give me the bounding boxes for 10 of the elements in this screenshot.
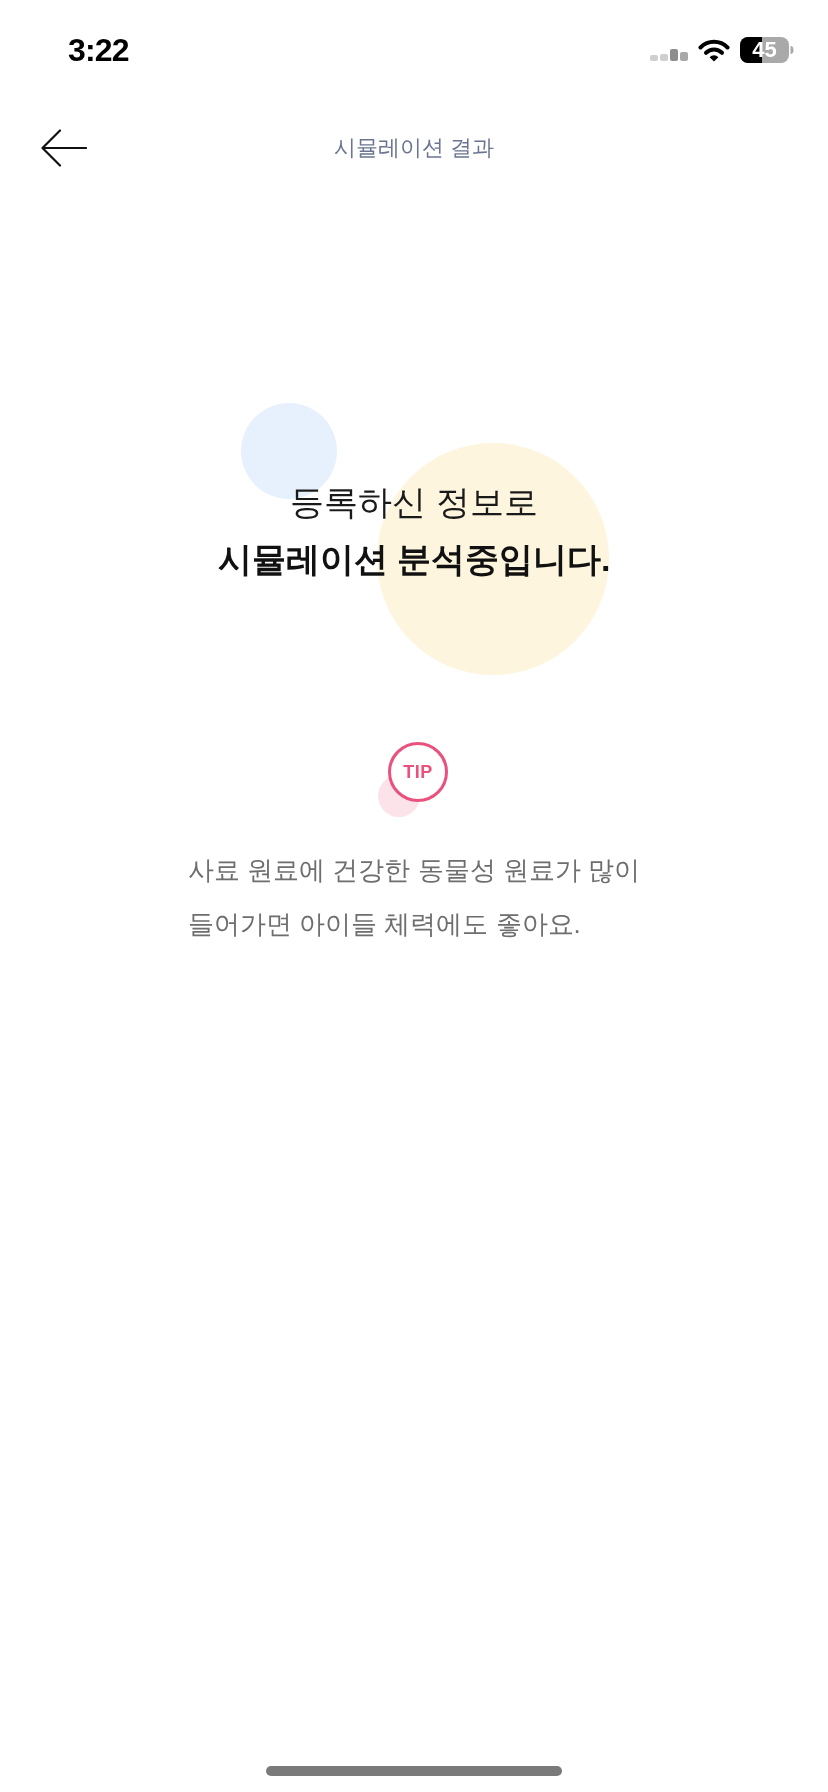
status-time: 3:22 <box>68 34 129 66</box>
tip-label: TIP <box>403 763 433 781</box>
message-text: 시뮬레이션 분석중입니다. <box>217 539 611 580</box>
tip-text: 사료 원료에 건강한 동물성 원료가 많이 들어가면 아이들 체력에도 좋아요. <box>187 854 641 941</box>
message-text: 등록하신 정보로 <box>290 482 538 523</box>
signal-icon <box>650 49 688 61</box>
page-title: 시뮬레이션 결과 <box>333 137 495 159</box>
tip-icon <box>377 742 449 817</box>
wifi-icon <box>698 38 730 62</box>
back-arrow-icon <box>41 129 87 167</box>
